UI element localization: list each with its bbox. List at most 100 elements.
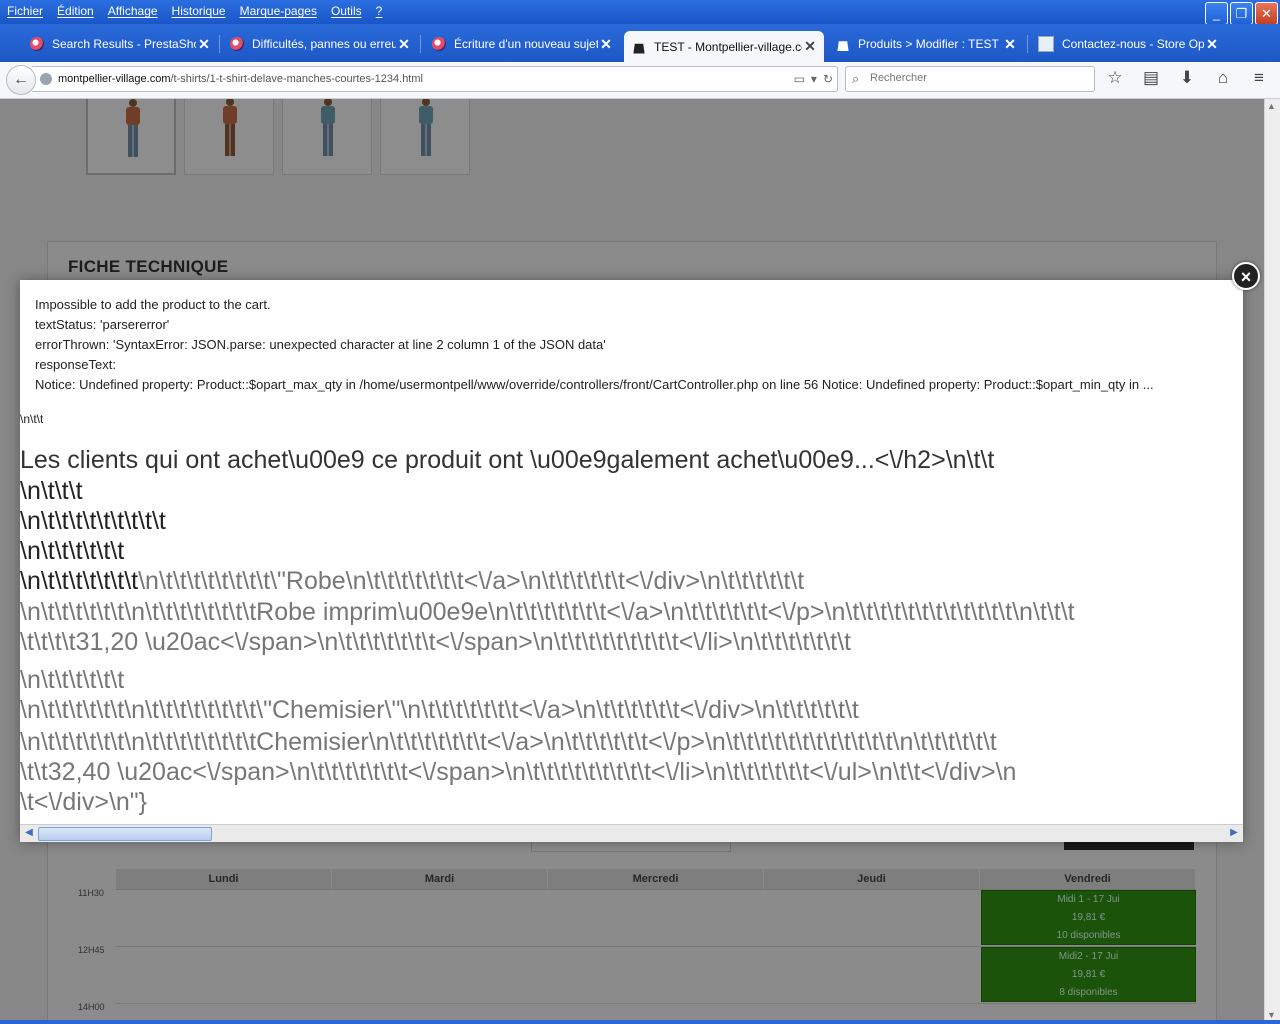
toolbar-icons: ☆ ▤ ⬇ ⌂ ≡ (1104, 68, 1270, 88)
raw-dark: \n\t\t\t\t\t\t\t\t\t (20, 507, 166, 535)
scrollbar-thumb[interactable] (38, 827, 212, 841)
raw-gray: \n\t\t\t\t\t\t\n\t\t\t\t\t\t\t\tChemisie… (20, 728, 997, 756)
menu-hamburger-icon[interactable]: ≡ (1248, 68, 1270, 88)
search-input[interactable] (868, 71, 1082, 85)
tab-label: Contactez-nous - Store Opart (1062, 37, 1204, 51)
window-titlebar: Fichier Édition Affichage Historique Mar… (0, 0, 1280, 25)
tab-search-results[interactable]: Search Results - PrestaShop ✕ (22, 30, 218, 58)
scroll-right-icon[interactable]: ▶ (1227, 826, 1241, 840)
shopping-bag-icon (633, 43, 645, 54)
search-box[interactable]: ⌕ (845, 66, 1095, 92)
search-icon: ⌕ (852, 71, 860, 86)
raw-dark: \n\t\t\t\t\t\t\t (20, 567, 139, 595)
window-controls: _ ❐ ✕ (1205, 2, 1278, 25)
error-response-label: responseText: (35, 357, 116, 372)
bookmark-star-icon[interactable]: ☆ (1104, 68, 1126, 88)
raw-response-heading: Les clients qui ont achet\u00e9 ce produ… (20, 446, 995, 474)
dropdown-arrow-icon[interactable]: ▾ (811, 72, 817, 86)
horizontal-scrollbar[interactable]: ◀ ▶ (20, 824, 1243, 842)
raw-gray: \t<\/div>\n"} (20, 788, 148, 816)
scroll-up-icon[interactable]: ▲ (1267, 101, 1276, 111)
tab-separator (420, 35, 421, 53)
error-text-status: textStatus: 'parsererror' (35, 317, 170, 332)
tab-label: Difficultés, pannes ou erreu... (252, 37, 396, 51)
reader-view-icon[interactable]: ▭ (794, 72, 805, 86)
raw-dark: \n\t\t\t\t\t\t (20, 537, 125, 565)
navigation-bar: montpellier-village.com/t-shirts/1-t-shi… (0, 62, 1280, 99)
tab-label: Search Results - PrestaShop (52, 37, 196, 51)
raw-response-text: \n\t\t (20, 412, 44, 426)
restore-button[interactable]: ❐ (1230, 2, 1253, 25)
error-message: Impossible to add the product to the car… (35, 297, 271, 312)
tab-close-icon[interactable]: ✕ (396, 36, 412, 53)
downloads-icon[interactable]: ⬇ (1176, 68, 1198, 88)
raw-gray: \t\t32,40 \u20ac<\/span>\n\t\t\t\t\t\t\t… (20, 758, 1017, 786)
menu-affichage[interactable]: Affichage (101, 0, 165, 22)
raw-gray: \n\t\t\t\t\t\t\n\t\t\t\t\t\t\t\tRobe imp… (20, 598, 1075, 626)
raw-response-line: \n\t\t\t\t\t\t\t\t\t (20, 506, 166, 536)
window-bottom-border (0, 1020, 1280, 1024)
prestashop-icon (230, 37, 244, 51)
menu-marque-pages[interactable]: Marque-pages (233, 0, 324, 22)
tab-close-icon[interactable]: ✕ (196, 36, 212, 53)
url-path: /t-shirts/1-t-shirt-delave-manches-court… (170, 73, 423, 85)
url-text: montpellier-village.com/t-shirts/1-t-shi… (58, 73, 423, 85)
reload-icon[interactable]: ↻ (823, 72, 833, 86)
tab-label: TEST - Montpellier-village.com (654, 39, 802, 54)
home-icon[interactable]: ⌂ (1212, 68, 1234, 88)
raw-response-line: \n\t\t\t (20, 476, 83, 506)
url-actions: ▭ ▾ ↻ (794, 72, 833, 86)
close-window-button[interactable]: ✕ (1255, 2, 1278, 25)
prestashop-icon (432, 37, 446, 51)
prestashop-icon (30, 37, 44, 51)
opart-icon (1038, 36, 1054, 52)
raw-response-line: \n\t\t\t\t\t\t (20, 536, 124, 566)
tab-contactez-nous[interactable]: Contactez-nous - Store Opart ✕ (1030, 30, 1226, 58)
globe-icon (40, 73, 52, 85)
raw-gray: \n\t\t\t\t\t\t\t\t\"Robe\n\t\t\t\t\t\t\t… (138, 567, 805, 595)
url-host: montpellier-village.com (58, 73, 171, 85)
tab-difficultes[interactable]: Difficultés, pannes ou erreu... ✕ (222, 30, 418, 58)
error-modal: Impossible to add the product to the car… (20, 280, 1243, 842)
tab-label: Écriture d'un nouveau sujet ... (454, 37, 598, 51)
shopping-bag-icon (837, 41, 849, 51)
raw-gray: \n\t\t\t\t\t\t (20, 666, 125, 694)
menu-outils[interactable]: Outils (324, 0, 369, 22)
vertical-scrollbar[interactable]: ▲ ▼ (1264, 99, 1280, 1024)
raw-dark: \n\t\t\t (20, 477, 83, 505)
tab-close-icon[interactable]: ✕ (802, 38, 818, 55)
modal-close-button[interactable]: × (1232, 262, 1260, 290)
bookmarks-library-icon[interactable]: ▤ (1140, 68, 1162, 88)
error-notice: Notice: Undefined property: Product::$op… (35, 377, 1154, 392)
menu-fichier[interactable]: Fichier (0, 0, 50, 22)
raw-response-line: \n\t\t\t\t\t\t (20, 665, 124, 695)
raw-response-line: \n\t\t\t\t\t\t\n\t\t\t\t\t\t\t\tChemisie… (20, 727, 997, 757)
tab-test-montpellier-village[interactable]: TEST - Montpellier-village.com ✕ (624, 31, 824, 62)
raw-response-line: \t\t32,40 \u20ac<\/span>\n\t\t\t\t\t\t\t… (20, 757, 1016, 787)
raw-response-line: \n\t\t\t\t\t\t\n\t\t\t\t\t\t\t\t\"Chemis… (20, 695, 859, 725)
raw-gray: \n\t\t\t\t\t\t\n\t\t\t\t\t\t\t\t\"Chemis… (20, 696, 859, 724)
back-arrow-icon: ← (13, 71, 29, 88)
url-bar[interactable]: montpellier-village.com/t-shirts/1-t-shi… (32, 66, 838, 92)
raw-response-line: \n\t\t\t\t\t\t\t\n\t\t\t\t\t\t\t\t\"Robe… (20, 566, 804, 596)
tab-produits-modifier[interactable]: Produits > Modifier : TEST •... ✕ (828, 30, 1024, 58)
back-button[interactable]: ← (6, 65, 36, 95)
tab-close-icon[interactable]: ✕ (598, 36, 614, 53)
tab-close-icon[interactable]: ✕ (1204, 36, 1220, 53)
tab-close-icon[interactable]: ✕ (1002, 36, 1018, 53)
menu-edition[interactable]: Édition (50, 0, 101, 22)
raw-response-line: \t<\/div>\n"} (20, 787, 147, 817)
tab-separator (219, 35, 220, 53)
scroll-down-icon[interactable]: ▼ (1267, 1010, 1276, 1020)
error-thrown: errorThrown: 'SyntaxError: JSON.parse: u… (35, 337, 606, 352)
menu-historique[interactable]: Historique (165, 0, 233, 22)
minimize-button[interactable]: _ (1205, 2, 1228, 25)
raw-response-line: \n\t\t\t\t\t\t\n\t\t\t\t\t\t\t\tRobe imp… (20, 597, 1075, 627)
menu-bar: Fichier Édition Affichage Historique Mar… (0, 0, 389, 22)
raw-response-line: \t\t\t\t31,20 \u20ac<\/span>\n\t\t\t\t\t… (20, 627, 851, 657)
tab-ecriture[interactable]: Écriture d'un nouveau sujet ... ✕ (424, 30, 620, 58)
scroll-left-icon[interactable]: ◀ (22, 826, 36, 840)
menu-help[interactable]: ? (369, 0, 390, 22)
tab-separator (1027, 35, 1028, 53)
tab-label: Produits > Modifier : TEST •... (858, 37, 1002, 51)
